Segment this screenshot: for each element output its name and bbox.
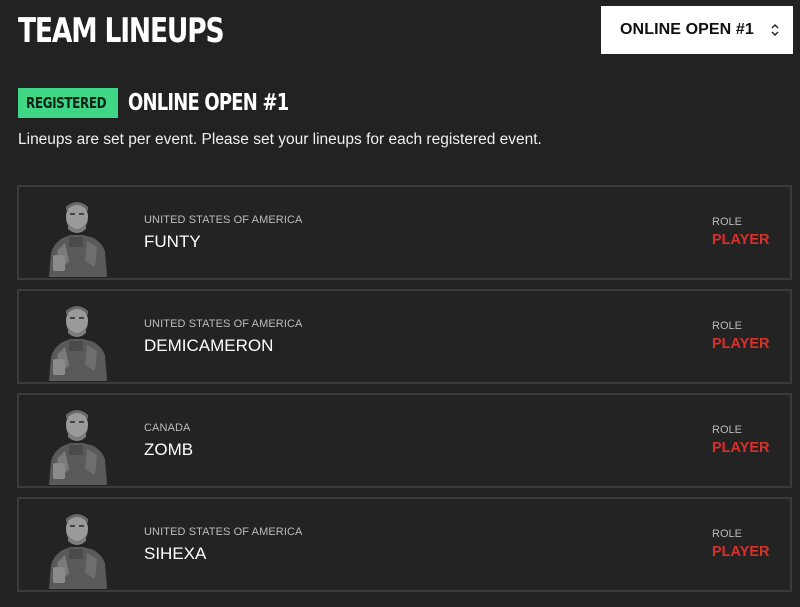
player-country: UNITED STATES OF AMERICA <box>144 214 303 226</box>
role-label: ROLE <box>712 216 742 228</box>
player-country: UNITED STATES OF AMERICA <box>144 526 303 538</box>
player-card[interactable]: UNITED STATES OF AMERICA DEMICAMERON ROL… <box>17 289 792 384</box>
player-avatar <box>43 399 111 485</box>
registered-badge-label: REGISTERED <box>26 94 107 112</box>
player-name: SIHEXA <box>144 544 207 563</box>
event-status-row: REGISTERED ONLINE OPEN #1 <box>18 88 334 118</box>
role-label: ROLE <box>712 528 742 540</box>
player-card[interactable]: CANADA ZOMB ROLE PLAYER <box>17 393 792 488</box>
lineup-info-text: Lineups are set per event. Please set yo… <box>18 131 542 148</box>
role-label: ROLE <box>712 424 742 436</box>
player-avatar <box>43 503 111 589</box>
event-name: ONLINE OPEN #1 <box>128 90 289 116</box>
player-card[interactable]: UNITED STATES OF AMERICA SIHEXA ROLE PLA… <box>17 497 792 592</box>
player-name: DEMICAMERON <box>144 336 274 355</box>
role-value: PLAYER <box>712 232 770 248</box>
role-value: PLAYER <box>712 544 770 560</box>
role-value: PLAYER <box>712 440 770 456</box>
role-value: PLAYER <box>712 336 770 352</box>
event-select-value: ONLINE OPEN #1 <box>620 21 754 38</box>
chevron-up-down-icon <box>771 24 779 36</box>
event-select-dropdown[interactable]: ONLINE OPEN #1 <box>601 6 793 54</box>
registered-badge: REGISTERED <box>18 88 119 118</box>
player-avatar <box>43 295 111 381</box>
player-country: UNITED STATES OF AMERICA <box>144 318 303 330</box>
player-name: FUNTY <box>144 232 201 251</box>
player-list: UNITED STATES OF AMERICA FUNTY ROLE PLAY… <box>17 185 792 601</box>
player-country: CANADA <box>144 422 191 434</box>
player-avatar <box>43 191 111 277</box>
player-name: ZOMB <box>144 440 194 459</box>
player-card[interactable]: UNITED STATES OF AMERICA FUNTY ROLE PLAY… <box>17 185 792 280</box>
page-title: TEAM LINEUPS <box>18 11 225 51</box>
role-label: ROLE <box>712 320 742 332</box>
